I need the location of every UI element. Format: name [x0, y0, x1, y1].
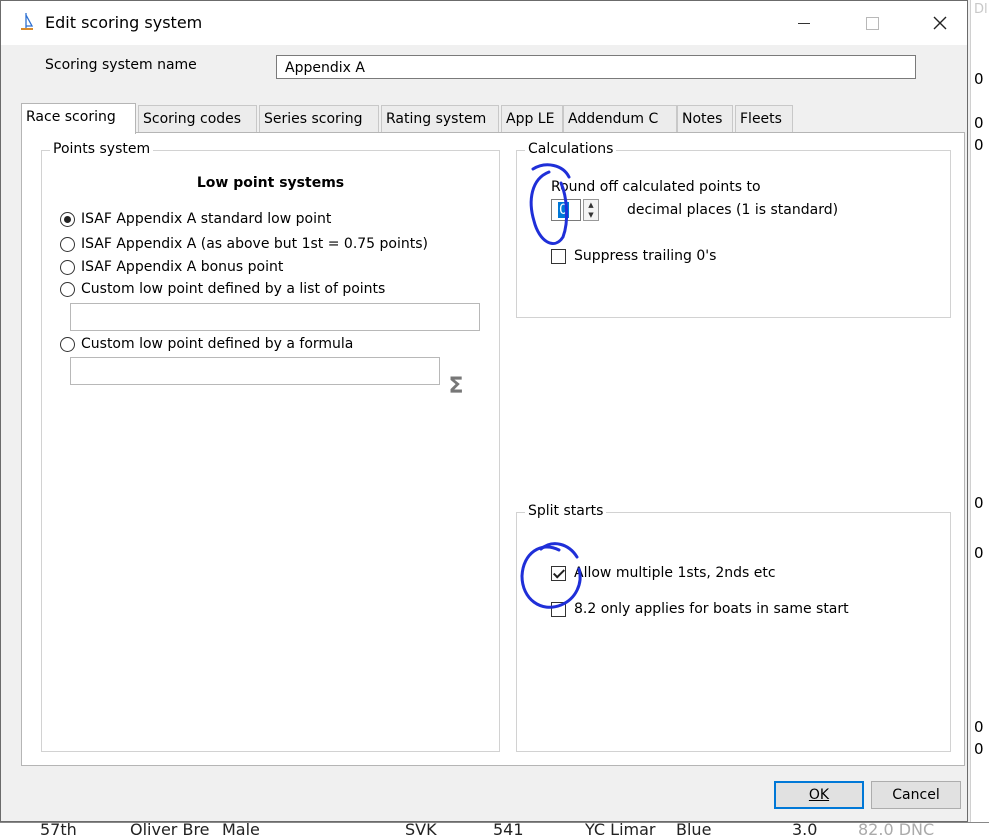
bg-row-cell: Blue: [676, 822, 712, 838]
tab-label: Race scoring: [26, 109, 116, 125]
radio-button[interactable]: [60, 259, 75, 275]
bg-row-cell: SVK: [405, 822, 437, 838]
tab-app-le[interactable]: App LE: [501, 105, 563, 133]
tab-scoring-codes[interactable]: Scoring codes: [138, 105, 257, 133]
tab-rating-system[interactable]: Rating system: [381, 105, 499, 133]
bg-row-cell: 82.0 DNC: [858, 822, 935, 838]
tab-label: Notes: [682, 111, 723, 127]
suppress-trailing-zeros-checkbox[interactable]: [551, 248, 566, 264]
tab-label: Fleets: [740, 111, 782, 127]
bg-cell: 0: [974, 718, 984, 736]
close-icon: [933, 16, 947, 30]
background-grid-row: 57th Oliver Bre Male SVK 541 YC Limar Bl…: [0, 822, 989, 838]
tab-notes[interactable]: Notes: [677, 105, 733, 133]
cancel-button[interactable]: Cancel: [871, 781, 961, 809]
tab-label: Scoring codes: [143, 111, 242, 127]
minimize-icon: [798, 22, 810, 24]
checkbox-label: Allow multiple 1sts, 2nds etc: [574, 565, 776, 581]
tab-series-scoring[interactable]: Series scoring: [259, 105, 379, 133]
decimal-places-input[interactable]: 0: [551, 199, 581, 221]
checkbox-label: 8.2 only applies for boats in same start: [574, 601, 849, 617]
radio-bonus-point[interactable]: ISAF Appendix A bonus point: [60, 259, 283, 275]
scoring-name-label: Scoring system name: [45, 57, 197, 73]
radio-label: ISAF Appendix A standard low point: [81, 211, 332, 227]
custom-formula-input[interactable]: [70, 357, 440, 385]
checkbox-label: Suppress trailing 0's: [574, 248, 717, 264]
spin-down-icon[interactable]: ▼: [584, 210, 598, 220]
radio-standard-low-point[interactable]: ISAF Appendix A standard low point: [60, 211, 331, 227]
radio-label: ISAF Appendix A (as above but 1st = 0.75…: [81, 236, 428, 252]
low-point-heading: Low point systems: [196, 175, 345, 191]
allow-multiple-firsts-row[interactable]: Allow multiple 1sts, 2nds etc: [551, 565, 776, 581]
maximize-icon: [865, 16, 879, 30]
spin-arrows[interactable]: ▲ ▼: [583, 199, 599, 221]
bg-cell: 0: [974, 70, 984, 88]
calculations-legend: Calculations: [525, 141, 617, 157]
edit-scoring-dialog: Edit scoring system Scoring system name …: [0, 0, 968, 822]
split-starts-legend: Split starts: [525, 503, 607, 519]
radio-label: Custom low point defined by a list of po…: [81, 281, 386, 297]
maximize-button[interactable]: [849, 1, 895, 45]
decimal-places-spinner[interactable]: 0 ▲ ▼: [551, 199, 599, 221]
background-grid-strip: Dl 0 0 0 0 0 0 0: [970, 0, 989, 837]
race-scoring-panel: Points system Low point systems ISAF App…: [21, 132, 965, 766]
title-bar: Edit scoring system: [1, 1, 967, 45]
sailboat-icon: [21, 13, 34, 30]
suppress-trailing-zeros-row[interactable]: Suppress trailing 0's: [551, 248, 716, 264]
minimize-button[interactable]: [781, 1, 827, 45]
bg-row-cell: Oliver Bre: [130, 822, 210, 838]
bg-cell: 0: [974, 494, 984, 512]
bg-row-cell: 57th: [40, 822, 77, 838]
custom-points-list-input[interactable]: [70, 303, 480, 331]
scoring-name-input[interactable]: Appendix A: [276, 55, 916, 79]
bg-cell: 0: [974, 114, 984, 132]
bg-row-cell: 3.0: [792, 822, 818, 838]
calculations-group: Calculations Round off calculated points…: [516, 141, 951, 318]
allow-multiple-firsts-checkbox[interactable]: [551, 565, 566, 581]
radio-button[interactable]: [60, 281, 75, 297]
rule-82-same-start-checkbox[interactable]: [551, 601, 566, 617]
tab-label: App LE: [506, 111, 555, 127]
tab-fleets[interactable]: Fleets: [735, 105, 793, 133]
spin-up-icon[interactable]: ▲: [584, 200, 598, 210]
bg-cell: Dl: [974, 2, 988, 17]
decimal-places-suffix: decimal places (1 is standard): [627, 202, 839, 218]
points-system-group: Points system Low point systems ISAF App…: [41, 141, 500, 752]
radio-low-point-075[interactable]: ISAF Appendix A (as above but 1st = 0.75…: [60, 236, 428, 252]
tab-label: Series scoring: [264, 111, 363, 127]
rule-82-same-start-row[interactable]: 8.2 only applies for boats in same start: [551, 601, 849, 617]
ok-button[interactable]: OK: [774, 781, 864, 809]
tab-label: Rating system: [386, 111, 487, 127]
radio-custom-list[interactable]: Custom low point defined by a list of po…: [60, 281, 385, 297]
radio-button[interactable]: [60, 211, 75, 227]
radio-label: Custom low point defined by a formula: [81, 336, 354, 352]
bg-cell: 0: [974, 740, 984, 758]
ok-label: OK: [808, 787, 830, 803]
radio-button[interactable]: [60, 336, 75, 352]
tab-label: Addendum C: [568, 111, 659, 127]
window-title: Edit scoring system: [45, 13, 203, 32]
bg-row-cell: YC Limar: [585, 822, 656, 838]
radio-label: ISAF Appendix A bonus point: [81, 259, 284, 275]
cancel-label: Cancel: [892, 787, 940, 803]
bg-cell: 0: [974, 136, 984, 154]
decimal-value: 0: [558, 202, 569, 218]
round-off-label: Round off calculated points to: [551, 179, 761, 195]
radio-custom-formula[interactable]: Custom low point defined by a formula: [60, 336, 353, 352]
close-button[interactable]: [917, 1, 963, 45]
bg-row-cell: Male: [222, 822, 260, 838]
split-starts-group: Split starts Allow multiple 1sts, 2nds e…: [516, 503, 951, 752]
bg-cell: 0: [974, 544, 984, 562]
tab-race-scoring[interactable]: Race scoring: [21, 103, 136, 134]
points-system-legend: Points system: [50, 141, 154, 157]
tab-addendum-c[interactable]: Addendum C: [563, 105, 677, 133]
bg-row-cell: 541: [493, 822, 524, 838]
radio-button[interactable]: [60, 236, 75, 252]
formula-editor-sigma-icon[interactable]: Σ: [444, 375, 468, 399]
